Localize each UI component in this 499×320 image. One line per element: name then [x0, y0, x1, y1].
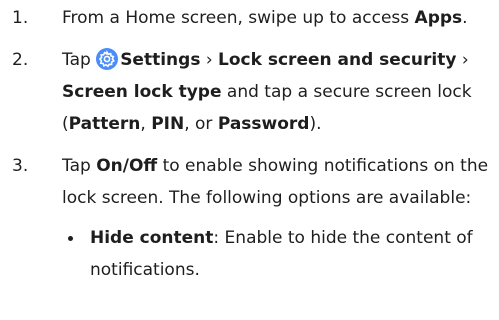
gear-icon	[96, 48, 119, 70]
step-text: ›	[456, 50, 469, 70]
list-item: Hide content: Enable to hide the content…	[62, 222, 499, 286]
step-number: 1.	[12, 8, 29, 28]
on-off-term: On/Off	[96, 156, 158, 176]
apps-term: Apps	[414, 8, 463, 28]
step-text: ›	[200, 50, 219, 70]
step-3: 3. Tap On/Off to enable showing notifica…	[0, 150, 499, 286]
screen-lock-type-term: Screen lock type	[62, 82, 222, 102]
lock-screen-security-term: Lock screen and security	[218, 50, 457, 70]
options-list: Hide content: Enable to hide the content…	[62, 222, 499, 286]
step-text: ,	[140, 114, 152, 134]
bullet-icon	[68, 236, 73, 241]
step-text: .	[462, 8, 468, 28]
step-text: Tap	[62, 50, 97, 70]
step-2: 2. Tap Settings › Lock screen and securi…	[0, 44, 499, 140]
step-text: From a Home screen, swipe up to access	[62, 8, 415, 28]
step-number: 3.	[12, 156, 29, 176]
pattern-term: Pattern	[68, 114, 141, 134]
step-number: 2.	[12, 50, 29, 70]
step-1: 1. From a Home screen, swipe up to acces…	[0, 0, 499, 34]
hide-content-term: Hide content	[90, 228, 214, 248]
step-text: Tap	[62, 156, 97, 176]
settings-term: Settings	[120, 50, 201, 70]
pin-term: PIN	[151, 114, 185, 134]
instruction-steps: 1. From a Home screen, swipe up to acces…	[0, 0, 499, 286]
password-term: Password	[217, 114, 310, 134]
step-text: , or	[184, 114, 218, 134]
step-text: ).	[309, 114, 322, 134]
